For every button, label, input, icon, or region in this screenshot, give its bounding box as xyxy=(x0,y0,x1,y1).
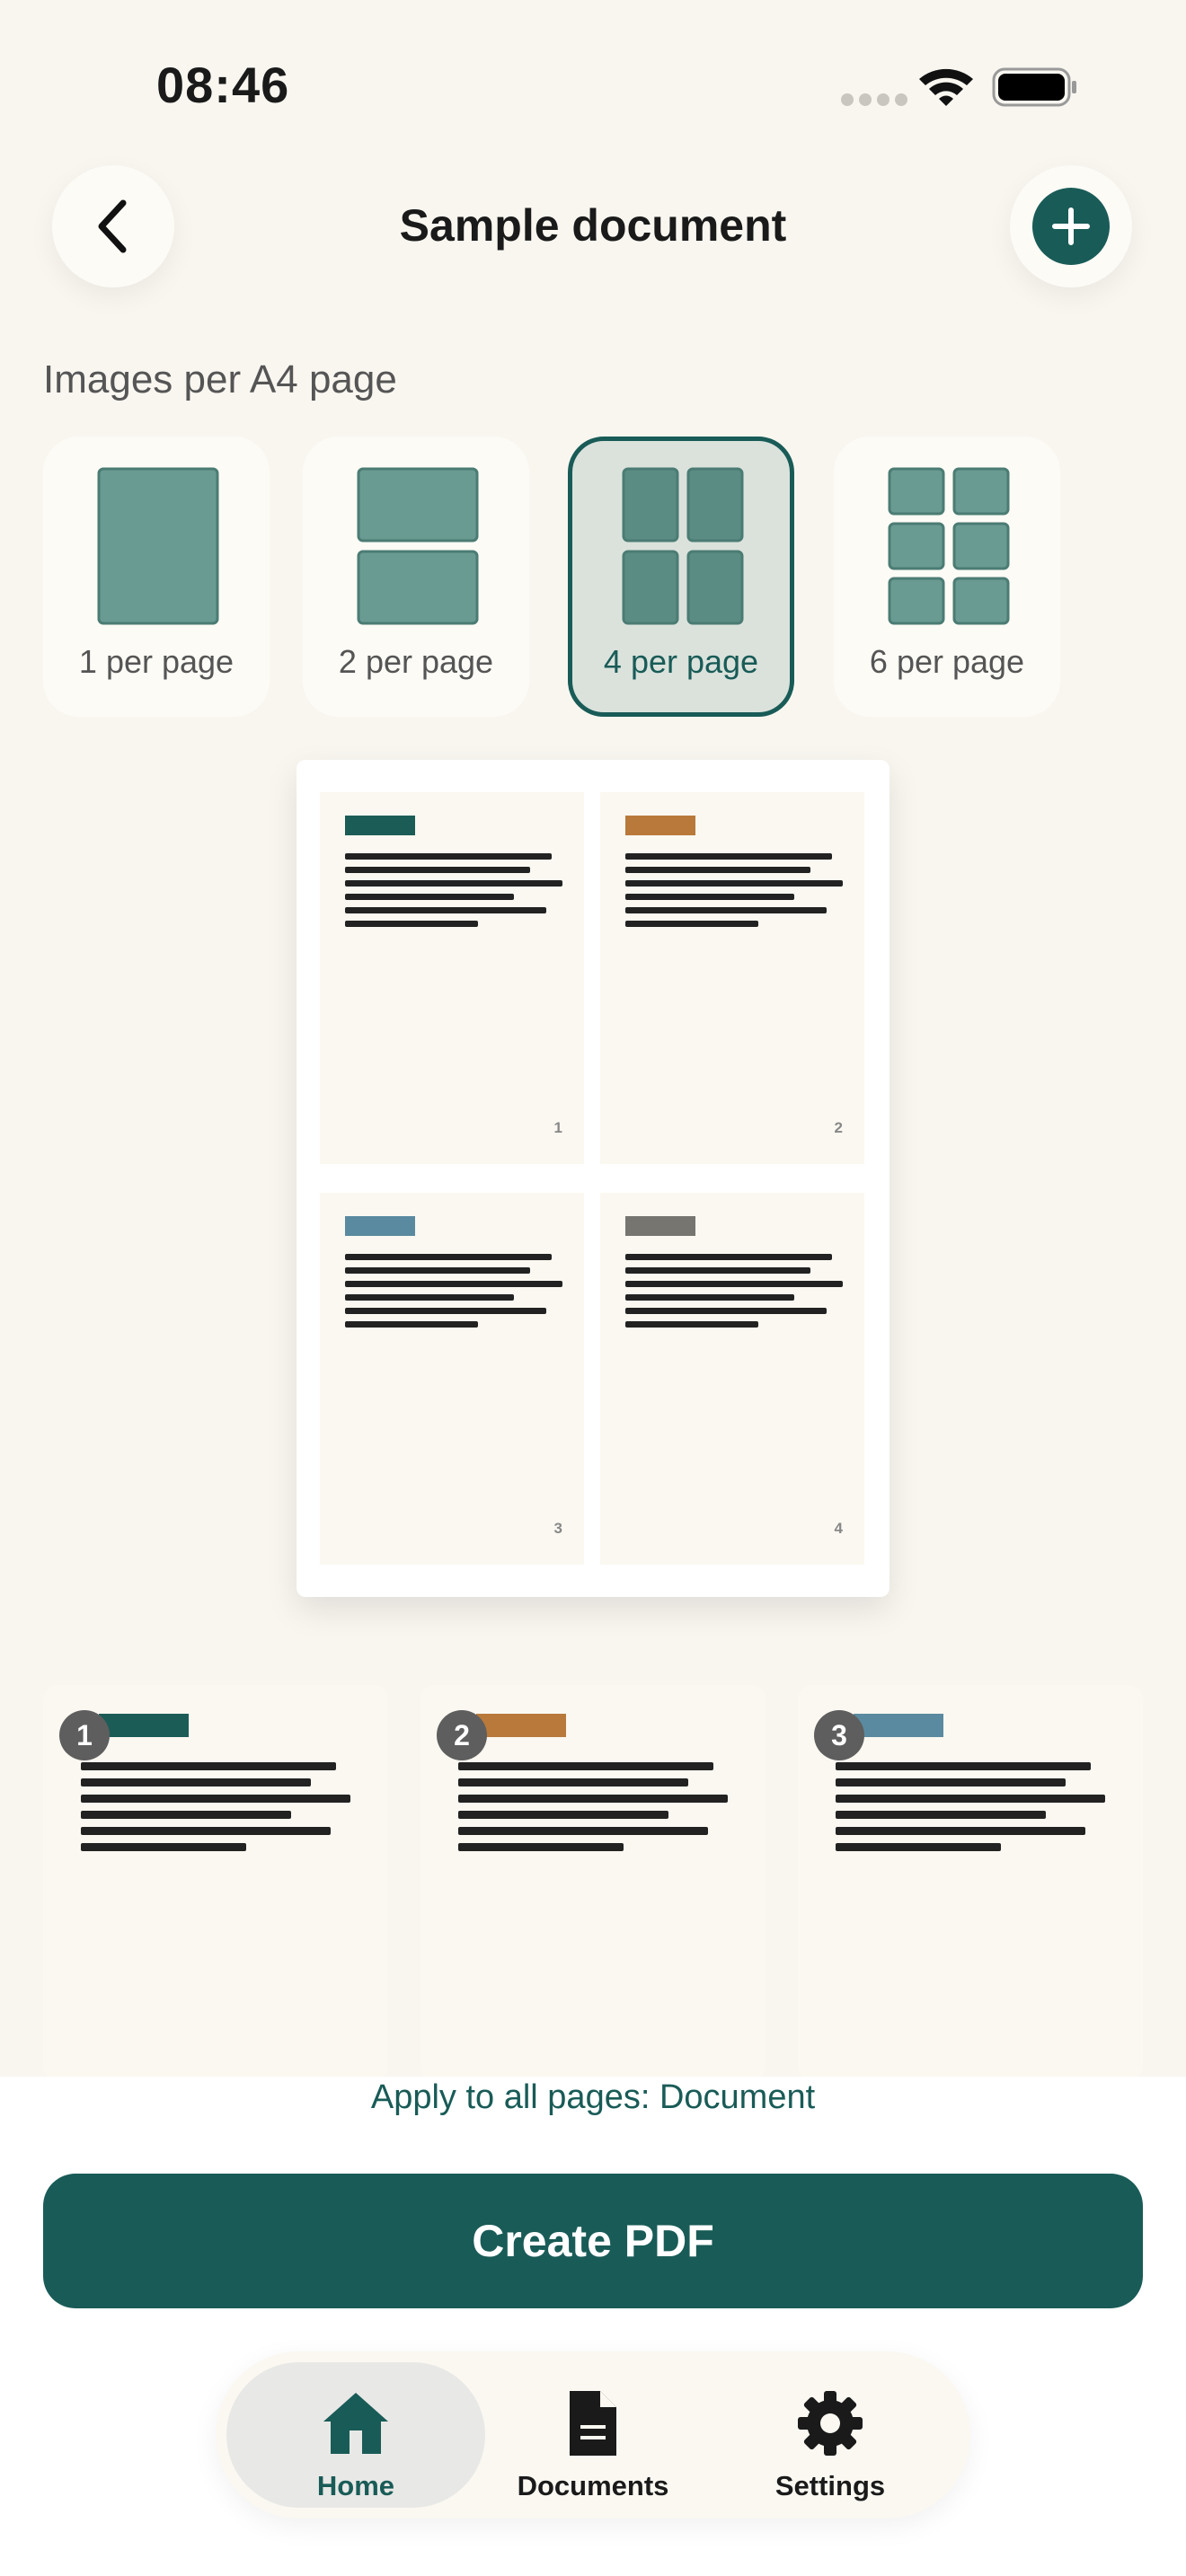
home-icon xyxy=(323,2393,388,2454)
cellular-signal-icon xyxy=(841,93,907,106)
tab-label: Documents xyxy=(517,2470,669,2501)
four-up-layout-icon xyxy=(622,467,744,625)
document-icon xyxy=(570,2391,616,2456)
preview-page: 2 xyxy=(600,792,864,1164)
single-page-layout-icon xyxy=(97,467,219,625)
page-tag xyxy=(345,1216,415,1236)
layout-option-4-per-page[interactable]: 4 per page xyxy=(568,437,794,717)
tab-documents[interactable]: Documents xyxy=(464,2362,722,2508)
text-lines xyxy=(625,1254,843,1335)
battery-icon xyxy=(992,67,1076,107)
page-badge: 2 xyxy=(437,1710,487,1760)
page-tag xyxy=(476,1714,566,1737)
gear-icon xyxy=(798,2391,863,2456)
page-number: 2 xyxy=(834,1119,843,1136)
tab-label: Settings xyxy=(774,2470,886,2501)
apply-to-all-link[interactable]: Apply to all pages: Document xyxy=(0,2078,1186,2117)
layout-option-label: 1 per page xyxy=(78,643,235,680)
status-bar: 08:46 xyxy=(0,0,1186,171)
page-tag xyxy=(625,816,695,835)
page-title: Sample document xyxy=(399,200,787,251)
page-number: 1 xyxy=(553,1119,562,1136)
page-thumbnail[interactable]: 1 xyxy=(43,1685,388,2080)
tab-home[interactable]: Home xyxy=(226,2362,485,2508)
text-lines xyxy=(81,1762,350,1859)
layout-option-label: 6 per page xyxy=(869,643,1025,680)
page-tag xyxy=(625,1216,695,1236)
wifi-icon xyxy=(919,68,973,106)
preview-page: 4 xyxy=(600,1193,864,1565)
page-thumbnail[interactable]: 3 xyxy=(798,1685,1143,2080)
layout-option-label: 4 per page xyxy=(603,643,759,680)
page-tag xyxy=(854,1714,943,1737)
status-time: 08:46 xyxy=(156,57,290,113)
tab-label: Home xyxy=(316,2470,395,2501)
page-number: 3 xyxy=(553,1520,562,1537)
tab-bar: Home Documents Settings xyxy=(216,2351,970,2519)
text-lines xyxy=(625,853,843,934)
text-lines xyxy=(458,1762,728,1859)
preview-page: 1 xyxy=(320,792,584,1164)
add-button[interactable] xyxy=(1010,165,1132,287)
page-badge: 3 xyxy=(814,1710,864,1760)
layout-option-6-per-page[interactable]: 6 per page xyxy=(834,437,1060,717)
layout-option-2-per-page[interactable]: 2 per page xyxy=(303,437,529,717)
tab-settings[interactable]: Settings xyxy=(701,2362,960,2508)
section-label: Images per A4 page xyxy=(43,357,397,401)
pdf-page-preview: 1 2 3 4 xyxy=(296,760,890,1597)
page-thumbnail[interactable]: 2 xyxy=(420,1685,766,2080)
page-tag xyxy=(345,816,415,835)
two-up-layout-icon xyxy=(357,467,479,625)
create-pdf-button[interactable]: Create PDF xyxy=(43,2174,1143,2308)
layout-option-label: 2 per page xyxy=(338,643,494,680)
page-badge: 1 xyxy=(59,1710,110,1760)
layout-option-1-per-page[interactable]: 1 per page xyxy=(43,437,270,717)
page-number: 4 xyxy=(834,1520,843,1537)
text-lines xyxy=(345,1254,562,1335)
text-lines xyxy=(836,1762,1105,1859)
six-up-layout-icon xyxy=(888,467,1010,625)
text-lines xyxy=(345,853,562,934)
page-tag xyxy=(99,1714,189,1737)
preview-page: 3 xyxy=(320,1193,584,1565)
plus-icon xyxy=(1032,188,1110,265)
